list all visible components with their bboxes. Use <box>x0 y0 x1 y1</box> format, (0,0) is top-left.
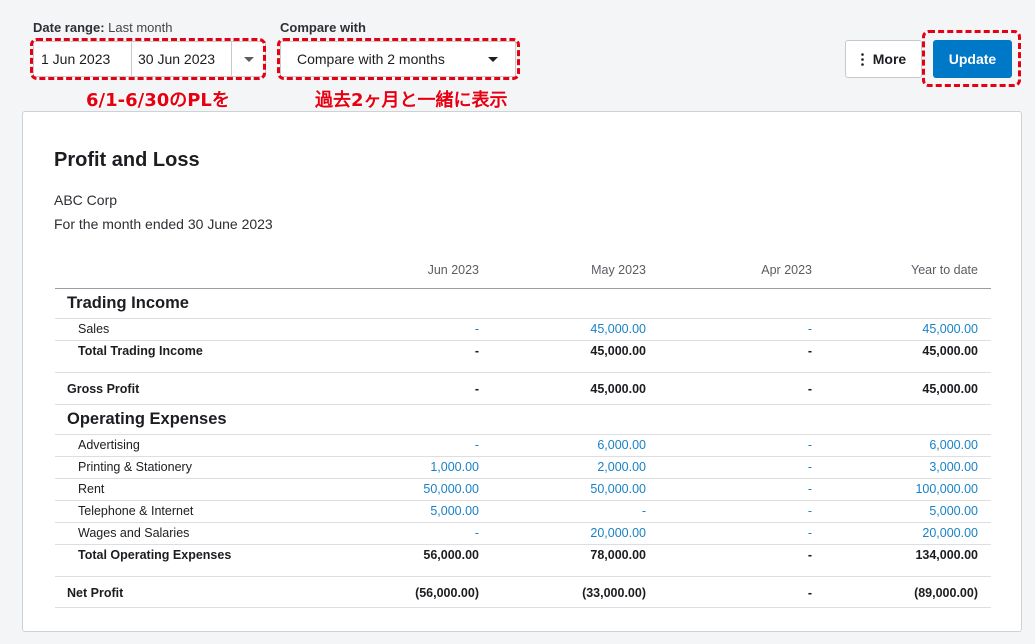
compare-select-value: Compare with 2 months <box>297 51 445 67</box>
date-annotation-text: 6/1-6/30のPLを <box>86 90 230 111</box>
date-range-preset: Last month <box>108 20 173 35</box>
compare-annotation-text: 過去2ヶ月と一緒に表示 <box>315 90 508 111</box>
company-name: ABC Corp <box>54 192 118 208</box>
divider <box>55 576 991 577</box>
divider <box>55 522 991 523</box>
compare-label: Compare with <box>280 20 366 35</box>
report-period: For the month ended 30 June 2023 <box>54 216 273 232</box>
amount-link[interactable]: 20,000.00 <box>526 526 646 540</box>
divider <box>55 478 991 479</box>
column-header: Jun 2023 <box>427 263 479 277</box>
amount-link[interactable]: 1,000.00 <box>359 460 479 474</box>
amount-link[interactable]: 6,000.00 <box>858 438 978 452</box>
amount-link[interactable]: - <box>359 526 479 540</box>
date-to-input[interactable]: 30 Jun 2023 <box>131 41 232 77</box>
more-button[interactable]: More <box>845 40 922 78</box>
divider <box>55 434 991 435</box>
column-header: May 2023 <box>591 263 646 277</box>
amount-link[interactable]: 3,000.00 <box>858 460 978 474</box>
column-header: Apr 2023 <box>761 263 812 277</box>
more-vertical-icon <box>860 52 864 66</box>
divider <box>55 288 991 289</box>
update-button[interactable]: Update <box>933 40 1012 78</box>
divider <box>55 318 991 319</box>
divider <box>55 456 991 457</box>
amount-link[interactable]: - <box>526 504 646 518</box>
amount-link[interactable]: - <box>692 526 812 540</box>
amount-link[interactable]: 45,000.00 <box>526 322 646 336</box>
date-range-label: Date range: Last month <box>33 20 173 35</box>
divider <box>55 544 991 545</box>
divider <box>55 500 991 501</box>
amount-link[interactable]: 2,000.00 <box>526 460 646 474</box>
amount-link[interactable]: 50,000.00 <box>359 482 479 496</box>
amount-link[interactable]: - <box>692 482 812 496</box>
amount-link[interactable]: 100,000.00 <box>858 482 978 496</box>
chevron-down-icon <box>243 56 254 62</box>
report-title: Profit and Loss <box>54 149 200 171</box>
divider <box>55 404 991 405</box>
amount-link[interactable]: 45,000.00 <box>858 322 978 336</box>
chevron-down-icon <box>488 56 498 62</box>
date-from-input[interactable]: 1 Jun 2023 <box>33 41 132 77</box>
column-header: Year to date <box>911 263 978 277</box>
amount-link[interactable]: 5,000.00 <box>858 504 978 518</box>
divider <box>55 372 991 373</box>
amount-link[interactable]: - <box>692 460 812 474</box>
divider <box>55 607 991 608</box>
amount-link[interactable]: - <box>692 504 812 518</box>
amount-link[interactable]: - <box>692 322 812 336</box>
report-card: Profit and Loss ABC Corp For the month e… <box>22 111 1022 632</box>
amount-link[interactable]: - <box>359 322 479 336</box>
date-range-dropdown-button[interactable] <box>231 41 266 77</box>
divider <box>55 340 991 341</box>
amount-link[interactable]: - <box>359 438 479 452</box>
amount-link[interactable]: 6,000.00 <box>526 438 646 452</box>
amount-link[interactable]: - <box>692 438 812 452</box>
amount-link[interactable]: 5,000.00 <box>359 504 479 518</box>
compare-select[interactable]: Compare with 2 months <box>280 41 516 77</box>
amount-link[interactable]: 20,000.00 <box>858 526 978 540</box>
amount-link[interactable]: 50,000.00 <box>526 482 646 496</box>
